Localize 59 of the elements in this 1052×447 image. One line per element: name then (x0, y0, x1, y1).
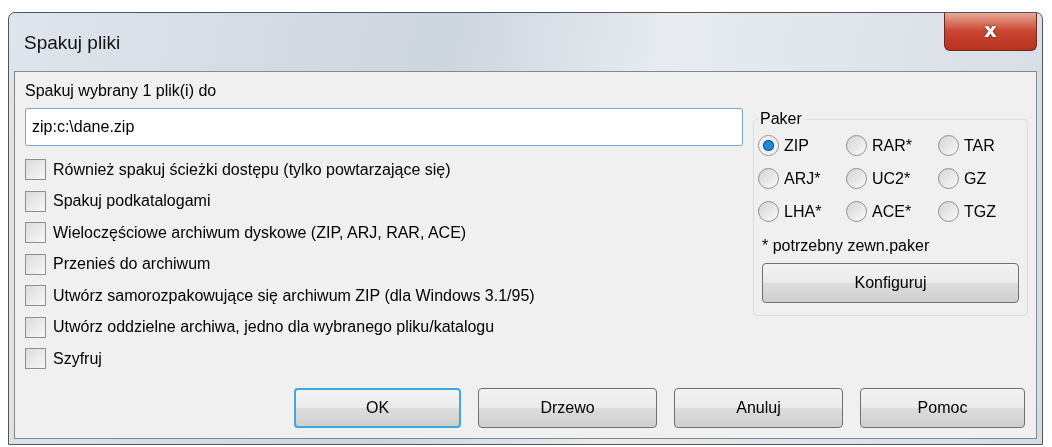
option-checkbox[interactable]: Utwórz samorozpakowujące się archiwum ZIP (dla Windows 3.1/95) (25, 280, 743, 312)
option-checkbox[interactable]: Utwórz oddzielne archiwa, jedno dla wybranego pliku/katalogu (25, 311, 743, 343)
radio-label: GZ (964, 169, 987, 188)
radio-icon[interactable] (938, 201, 959, 222)
packer-radio[interactable]: RAR* (846, 130, 938, 161)
dialog-button[interactable]: Drzewo (478, 388, 657, 428)
window-title: Spakuj pliki (24, 32, 121, 54)
radio-icon[interactable] (846, 135, 867, 156)
packer-radio[interactable]: TAR (938, 130, 1019, 161)
packer-radio[interactable]: ZIP (758, 130, 846, 161)
radio-label: TGZ (964, 202, 996, 221)
option-checkbox[interactable]: Szyfruj (25, 343, 743, 375)
radio-icon[interactable] (846, 201, 867, 222)
packer-radio[interactable]: ACE* (846, 196, 938, 227)
archive-path-field[interactable]: zip:c:\dane.zip (25, 108, 743, 146)
configure-button[interactable]: Konfiguruj (762, 263, 1019, 303)
option-label: Przenieś do archiwum (53, 255, 211, 274)
option-label: Również spakuj ścieżki dostępu (tylko powtarzające się) (53, 160, 451, 179)
checkbox-icon[interactable] (25, 222, 46, 244)
option-label: Utwórz samorozpakowujące się archiwum ZIP (dla Windows 3.1/95) (53, 286, 535, 305)
packer-radio[interactable]: TGZ (938, 196, 1019, 227)
radio-icon[interactable] (758, 201, 779, 222)
option-checkbox[interactable]: Wieloczęściowe archiwum dyskowe (ZIP, ARJ, RAR, ACE) (25, 217, 743, 249)
radio-label: UC2* (872, 169, 911, 188)
option-label: Szyfruj (53, 349, 102, 368)
packer-radio[interactable]: GZ (938, 163, 1019, 194)
checkbox-icon[interactable] (25, 348, 46, 370)
checkbox-icon[interactable] (25, 159, 46, 181)
option-label: Spakuj podkatalogami (53, 192, 211, 211)
dialog-button[interactable]: Pomoc (860, 388, 1025, 428)
dialog-button[interactable]: Anuluj (674, 388, 843, 428)
radio-label: TAR (964, 136, 995, 155)
checkbox-icon[interactable] (25, 285, 46, 307)
target-label: Spakuj wybrany 1 plik(i) do (25, 82, 218, 100)
radio-icon[interactable] (938, 135, 959, 156)
radio-icon[interactable] (938, 168, 959, 189)
option-label: Wieloczęściowe archiwum dyskowe (ZIP, ARJ, RAR, ACE) (53, 223, 467, 242)
radio-label: LHA* (784, 202, 822, 221)
option-checkbox[interactable]: Przenieś do archiwum (25, 248, 743, 280)
packer-note: * potrzebny zewn.paker (762, 237, 931, 255)
packer-radio[interactable]: LHA* (758, 196, 846, 227)
packer-radio[interactable]: UC2* (846, 163, 938, 194)
close-button[interactable]: x (944, 13, 1037, 51)
checkbox-icon[interactable] (25, 190, 46, 212)
radio-label: RAR* (872, 136, 912, 155)
radio-label: ZIP (784, 136, 809, 155)
option-checkbox[interactable]: Również spakuj ścieżki dostępu (tylko powtarzające się) (25, 154, 743, 186)
dialog-button[interactable]: OK (294, 388, 461, 428)
checkbox-icon[interactable] (25, 253, 46, 275)
option-checkbox[interactable]: Spakuj podkatalogami (25, 185, 743, 217)
radio-label: ACE* (872, 202, 912, 221)
radio-label: ARJ* (784, 169, 821, 188)
radio-icon[interactable] (758, 135, 779, 156)
packer-radio[interactable]: ARJ* (758, 163, 846, 194)
radio-icon[interactable] (758, 168, 779, 189)
checkbox-icon[interactable] (25, 316, 46, 338)
option-label: Utwórz oddzielne archiwa, jedno dla wybranego pliku/katalogu (53, 318, 495, 337)
radio-icon[interactable] (846, 168, 867, 189)
group-title: Paker (759, 110, 803, 128)
